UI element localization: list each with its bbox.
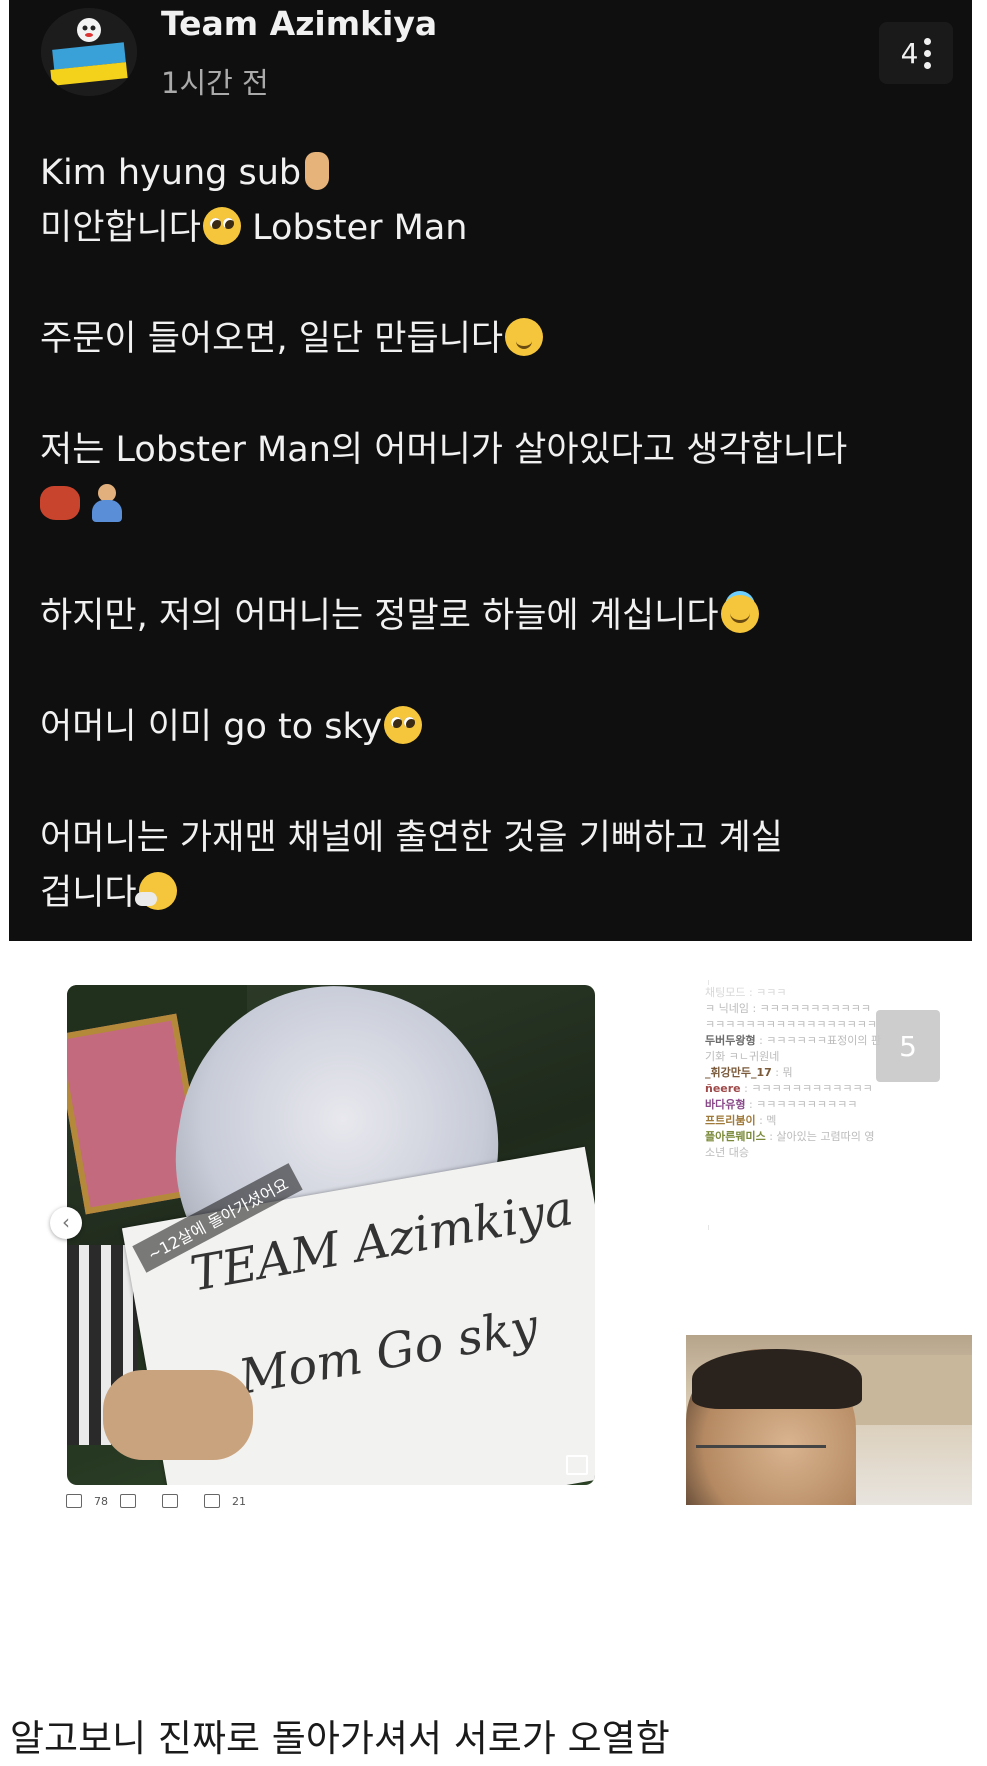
nose-emoji-icon bbox=[305, 152, 330, 190]
post-line: Kim hyung sub bbox=[40, 146, 940, 201]
more-options-button[interactable]: 4 bbox=[879, 22, 953, 84]
webcam-capture bbox=[686, 1335, 972, 1505]
post-line: 겁니다 bbox=[40, 866, 940, 921]
post-line: 어머니는 가재맨 채널에 출연한 것을 기뻐하고 계실 bbox=[40, 811, 940, 866]
smiling-face-with-halo-emoji-icon bbox=[720, 595, 759, 633]
post-line-text: 주문이 들어오면, 일단 만듭니다 bbox=[40, 319, 504, 359]
post-line-text: 하지만, 저의 어머니는 정말로 하늘에 계십니다 bbox=[40, 596, 719, 636]
post-line-text: Kim hyung sub bbox=[40, 153, 302, 193]
post-action-bar: 78 21 bbox=[66, 1494, 246, 1508]
sign-line-2: Mom Go sky bbox=[234, 1298, 543, 1406]
chat-message: 프트리붐이 : 멕 bbox=[705, 1114, 777, 1127]
post-line-text: 어머니는 가재맨 채널에 출연한 것을 기뻐하고 계실 bbox=[40, 818, 783, 858]
post-line bbox=[40, 478, 940, 533]
chat-message: 소년 대승 bbox=[705, 1146, 749, 1159]
post-line: 주문이 들어오면, 일단 만듭니다 bbox=[40, 312, 940, 367]
chat-message: 플아른뭬미스 : 살아있는 고렴따의 영 bbox=[705, 1130, 875, 1143]
mother-emoji-icon bbox=[90, 484, 124, 522]
community-post-card: Team Azimkiya 1시간 전 4 Kim hyung sub 미안합니… bbox=[9, 0, 972, 941]
like-count: 78 bbox=[94, 1494, 108, 1508]
thumbs-up-icon[interactable] bbox=[66, 1494, 82, 1508]
hand bbox=[103, 1370, 253, 1460]
more-vert-icon bbox=[924, 37, 932, 69]
image-count-badge: 5 bbox=[876, 1010, 940, 1082]
thumbs-down-icon[interactable] bbox=[120, 1494, 136, 1508]
team-azimkiya-logo-icon bbox=[41, 8, 137, 96]
post-line: 미안합니다 Lobster Man bbox=[40, 201, 940, 256]
carousel-prev-button[interactable]: ‹ bbox=[50, 1207, 82, 1239]
channel-avatar[interactable] bbox=[41, 8, 137, 96]
post-line-text: 미안합니다 bbox=[40, 208, 202, 248]
post-timestamp: 1시간 전 bbox=[161, 66, 269, 100]
chat-message: ñeere : ㅋㅋㅋㅋㅋㅋㅋㅋㅋㅋㅋㅋ bbox=[705, 1082, 873, 1095]
post-body: Kim hyung sub 미안합니다 Lobster Man 주문이 들어오면… bbox=[40, 146, 940, 921]
post-line-text: 저는 Lobster Man의 어머니가 살아있다고 생각합니다 bbox=[40, 430, 848, 470]
caption-text: 알고보니 진짜로 돌아가셔서 서로가 오열함 bbox=[10, 1717, 670, 1760]
post-line: 하지만, 저의 어머니는 정말로 하늘에 계십니다 bbox=[40, 589, 940, 644]
post-line-text: 겁니다 bbox=[40, 873, 137, 913]
gallery-icon bbox=[566, 1455, 588, 1475]
channel-name[interactable]: Team Azimkiya bbox=[161, 4, 437, 43]
post-line-text: 어머니 이미 go to sky bbox=[40, 707, 383, 747]
image-count-label: 4 bbox=[900, 36, 919, 70]
post-line-text: Lobster Man bbox=[241, 208, 468, 248]
post-line: 어머니 이미 go to sky bbox=[40, 700, 940, 755]
post-line: 저는 Lobster Man의 어머니가 살아있다고 생각합니다 bbox=[40, 423, 940, 478]
chat-message: 바다유형 : ㅋㅋㅋㅋㅋㅋㅋㅋㅋㅋ bbox=[705, 1098, 858, 1111]
comment-icon[interactable] bbox=[204, 1494, 220, 1508]
slightly-smiling-face-emoji-icon bbox=[505, 318, 544, 356]
pleading-face-emoji-icon bbox=[384, 706, 423, 744]
lobster-emoji-icon bbox=[40, 486, 80, 520]
pleading-face-emoji-icon bbox=[203, 207, 242, 245]
sneezing-face-emoji-icon bbox=[134, 872, 177, 910]
comment-count: 21 bbox=[232, 1494, 246, 1508]
share-icon[interactable] bbox=[162, 1494, 178, 1508]
chat-message: 채팅모드 : ㅋㅋㅋ bbox=[705, 986, 787, 999]
post-image[interactable]: TEAM Azimkiya Mom Go sky ~12살에 돌아가셨어요 bbox=[67, 985, 595, 1485]
chevron-left-icon: ‹ bbox=[62, 1210, 70, 1234]
